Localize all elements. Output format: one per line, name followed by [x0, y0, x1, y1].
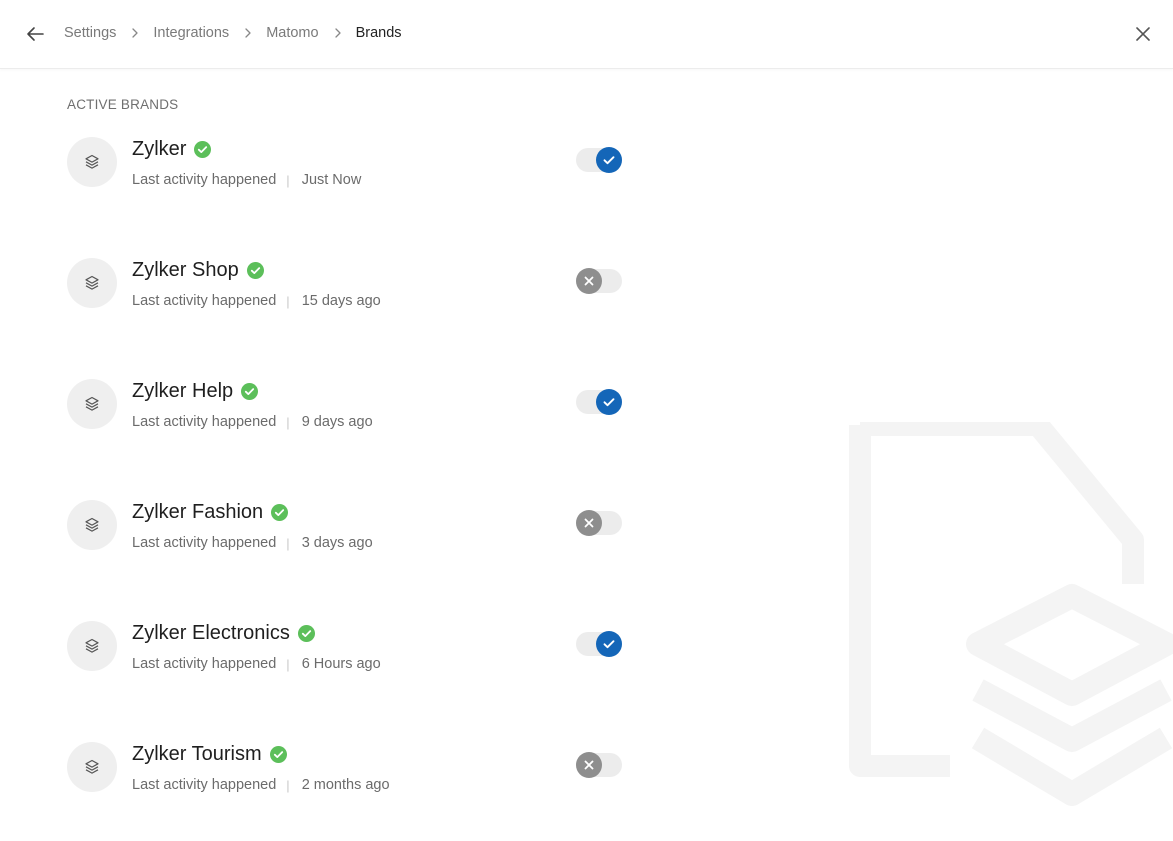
brand-toggle[interactable] [576, 751, 622, 779]
layers-icon [84, 517, 100, 533]
close-icon[interactable] [1134, 25, 1152, 43]
activity-time: 15 days ago [301, 293, 381, 309]
brand-title: Zylker Help [132, 379, 259, 403]
cross-icon [576, 268, 602, 294]
brand-avatar [67, 258, 117, 308]
layers-icon [84, 638, 100, 654]
meta-divider: | [286, 656, 290, 672]
brand-name: Zylker Shop [132, 258, 239, 281]
check-circle-icon [246, 261, 264, 279]
meta-divider: | [286, 172, 290, 188]
brand-activity: Last activity happened | 3 days ago [132, 535, 373, 551]
brand-title: Zylker Tourism [132, 742, 287, 766]
activity-label: Last activity happened [132, 535, 277, 551]
check-circle-icon [271, 503, 289, 521]
chevron-right-icon [242, 27, 254, 39]
brand-activity: Last activity happened | 15 days ago [132, 293, 381, 309]
brand-name: Zylker [132, 137, 187, 160]
check-circle-icon [194, 140, 212, 158]
brand-row: Zylker Last activity happened | Just Now [67, 137, 627, 193]
brand-avatar [67, 621, 117, 671]
brand-title: Zylker Fashion [132, 500, 289, 524]
brand-row: Zylker Shop Last activity happened | 15 day… [67, 258, 627, 314]
brand-name: Zylker Electronics [132, 621, 290, 644]
activity-time: 9 days ago [301, 414, 373, 430]
brand-row: Zylker Help Last activity happened | 9 days… [67, 379, 627, 435]
breadcrumb-integrations[interactable]: Integrations [153, 25, 229, 41]
activity-time: 2 months ago [301, 777, 390, 793]
activity-label: Last activity happened [132, 656, 277, 672]
breadcrumb-settings[interactable]: Settings [64, 25, 116, 41]
back-arrow-icon[interactable] [24, 23, 46, 45]
meta-divider: | [286, 777, 290, 793]
breadcrumb-matomo[interactable]: Matomo [266, 25, 318, 41]
layers-icon [84, 154, 100, 170]
brand-row: Zylker Fashion Last activity happened | 3 d… [67, 500, 627, 556]
layers-icon [84, 759, 100, 775]
check-icon [596, 147, 622, 173]
brand-activity: Last activity happened | 2 months ago [132, 777, 390, 793]
meta-divider: | [286, 535, 290, 551]
activity-time: Just Now [301, 172, 362, 188]
brand-activity: Last activity happened | Just Now [132, 172, 361, 188]
brand-activity: Last activity happened | 6 Hours ago [132, 656, 381, 672]
check-circle-icon [241, 382, 259, 400]
activity-time: 6 Hours ago [301, 656, 381, 672]
layers-icon [84, 275, 100, 291]
cross-icon [576, 752, 602, 778]
cross-icon [576, 510, 602, 536]
brand-title: Zylker Shop [132, 258, 264, 282]
brand-avatar [67, 379, 117, 429]
check-icon [596, 631, 622, 657]
meta-divider: | [286, 414, 290, 430]
brand-activity: Last activity happened | 9 days ago [132, 414, 373, 430]
brand-name: Zylker Fashion [132, 500, 264, 523]
brand-toggle[interactable] [576, 630, 622, 658]
activity-label: Last activity happened [132, 414, 277, 430]
brand-avatar [67, 742, 117, 792]
check-circle-icon [297, 624, 315, 642]
activity-label: Last activity happened [132, 293, 277, 309]
document-layers-illustration [849, 422, 1173, 806]
section-title: ACTIVE BRANDS [67, 97, 179, 112]
activity-label: Last activity happened [132, 172, 277, 188]
check-icon [596, 389, 622, 415]
brand-title: Zylker [132, 137, 212, 161]
chevron-right-icon [332, 27, 344, 39]
breadcrumb-brands: Brands [355, 25, 402, 41]
brand-name: Zylker Help [132, 379, 234, 402]
brand-toggle[interactable] [576, 509, 622, 537]
activity-time: 3 days ago [301, 535, 373, 551]
brand-row: Zylker Electronics Last activity happened… [67, 621, 627, 677]
brand-avatar [67, 137, 117, 187]
brand-row: Zylker Tourism Last activity happened | 2 m… [67, 742, 627, 798]
brand-toggle[interactable] [576, 146, 622, 174]
brand-title: Zylker Electronics [132, 621, 315, 645]
brand-toggle[interactable] [576, 388, 622, 416]
brand-avatar [67, 500, 117, 550]
top-bar: Settings Integrations Matomo Brands [0, 0, 1173, 69]
chevron-right-icon [129, 27, 141, 39]
brand-name: Zylker Tourism [132, 742, 262, 765]
meta-divider: | [286, 293, 290, 309]
layers-icon [84, 396, 100, 412]
check-circle-icon [269, 745, 287, 763]
brand-toggle[interactable] [576, 267, 622, 295]
breadcrumb: Settings Integrations Matomo Brands [64, 25, 402, 41]
activity-label: Last activity happened [132, 777, 277, 793]
